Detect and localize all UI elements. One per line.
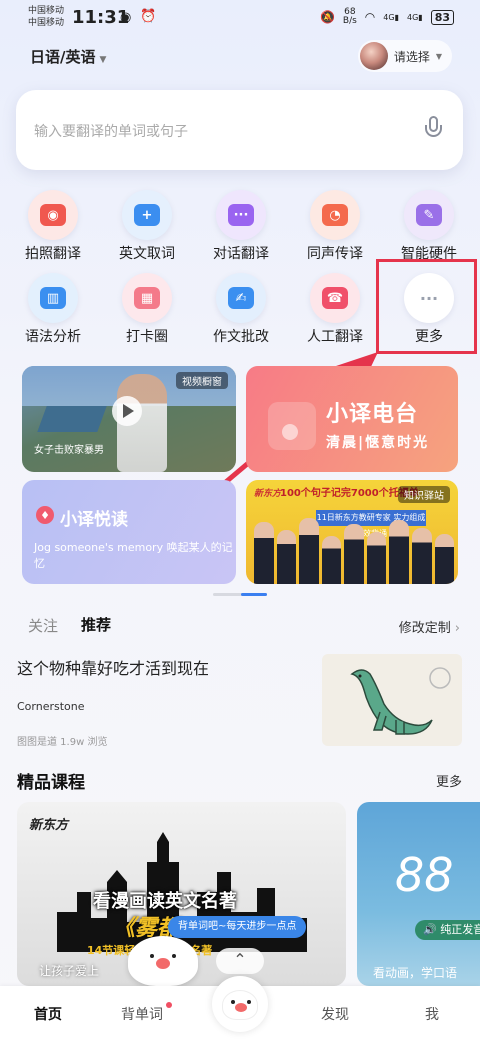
feature-chat[interactable]: ··· 对话翻译 (194, 190, 286, 270)
solar-panel-shape (37, 406, 107, 432)
net-speed: 68 B/s (343, 8, 357, 26)
essay-icon: ✍ (216, 273, 266, 323)
feature-chart[interactable]: ▥ 语法分析 (6, 273, 98, 353)
nav-me[interactable]: 我 (425, 1004, 439, 1024)
carousel-indicator (213, 593, 267, 596)
wifi-icon: ◠ (364, 10, 376, 24)
reading-card[interactable]: ♦ 小译悦读 Jog someone's memory 唤起某人的记忆 (22, 480, 236, 584)
feature-head-speech[interactable]: ◔ 同声传译 (288, 190, 380, 270)
signal-label-2: 4G (406, 12, 419, 22)
calendar-icon: ▦ (122, 273, 172, 323)
carrier-label-2: 中国移动 (28, 18, 65, 28)
nav-words[interactable]: 背单词 (121, 1004, 163, 1024)
ad-badge: 知识驿站 (398, 486, 450, 503)
feature-essay[interactable]: ✍ 作文批改 (194, 273, 286, 353)
avatar (359, 42, 388, 70)
signal-label-1: 4G (383, 12, 395, 22)
microphone-icon[interactable] (425, 116, 442, 142)
course2-pill-label: 纯正发音 (440, 923, 480, 936)
feature-camera[interactable]: ◉ 拍照翻译 (6, 190, 98, 270)
video-showcase-card[interactable]: 视频橱窗 女子击败家暴男 (22, 366, 236, 472)
feature-label: 打卡圈 (126, 329, 168, 345)
caret-down-icon: ▼ (435, 51, 442, 61)
status-bar: 中国移动 中国移动 11:31 ◉ ⏰ 🔕 68 B/s ◠ 4G▮ 4G▮ 8… (0, 0, 480, 36)
pen-device-icon: ✎ (404, 190, 454, 240)
course2-pill: 🔊 纯正发音 (415, 920, 480, 940)
course-caption-2: 看动画，学口语 (373, 966, 458, 980)
feature-human-translate[interactable]: ☎ 人工翻译 (288, 273, 380, 353)
language-label: 日语/英语 (30, 48, 96, 66)
feature-pen-device[interactable]: ✎ 智能硬件 (382, 190, 474, 270)
carrier-label-1: 中国移动 (28, 6, 65, 16)
highlight-box (376, 259, 477, 354)
add-word-icon: + (122, 190, 172, 240)
alarm-icon: ⏰ (140, 9, 157, 24)
mascot-speech-bubble: 背单词吧~每天进步一点点 (168, 916, 307, 938)
knowledge-ad-card[interactable]: 新东方 100个句子记完7000个托福单词 知识驿站 11日新东方教研专家 实力… (246, 480, 458, 584)
user-selector-label: 请选择 (393, 49, 430, 64)
video-caption: 女子击败家暴男 (34, 445, 104, 456)
center-mascot-button[interactable] (212, 976, 268, 1032)
course-card-2[interactable]: 88 🔊 纯正发音 看动画，学口语 (357, 802, 480, 986)
chat-icon: ··· (216, 190, 266, 240)
nav-discover[interactable]: 发现 (321, 1004, 349, 1024)
net-speed-unit: B/s (342, 16, 357, 26)
user-selector[interactable]: 请选择 ▼ (357, 40, 452, 72)
mascot-bird[interactable] (128, 936, 198, 986)
customize-link[interactable]: 修改定制 › (399, 617, 460, 636)
ad-people-photo (254, 514, 455, 584)
tab-follow[interactable]: 关注 (28, 615, 58, 636)
article-thumbnail[interactable] (322, 654, 462, 746)
search-placeholder: 输入要翻译的单词或句子 (34, 124, 188, 140)
fire-icon: ♦ (36, 506, 54, 524)
feature-calendar[interactable]: ▦ 打卡圈 (100, 273, 192, 353)
feature-label: 拍照翻译 (25, 246, 81, 262)
reading-desc: Jog someone's memory 唤起某人的记忆 (34, 541, 233, 570)
notification-dot (166, 1002, 172, 1008)
feature-label: 同声传译 (307, 246, 363, 262)
camera-icon: ◉ (28, 190, 78, 240)
courses-title: 精品课程 (17, 773, 85, 793)
chevron-up-icon[interactable]: ⌃ (216, 948, 264, 974)
radio-title: 小译电台 (326, 402, 419, 427)
tab-recommend[interactable]: 推荐 (81, 614, 111, 635)
customize-label: 修改定制 (398, 621, 451, 636)
nav-home[interactable]: 首页 (34, 1004, 62, 1024)
status-icons: 🔕 68 B/s ◠ 4G▮ 4G▮ 83 (320, 8, 454, 26)
course-caption-1: 让孩子爱上 (39, 964, 100, 978)
battery-icon: 83 (430, 9, 454, 25)
eye-icon: ◉ (120, 10, 132, 25)
radio-subtitle: 清晨|惬意时光 (326, 435, 430, 451)
feature-add-word[interactable]: + 英文取词 (100, 190, 192, 270)
article-source: Cornerstone (17, 700, 85, 713)
dinosaur-illustration (350, 667, 451, 735)
article-title[interactable]: 这个物种靠好吃才活到现在 (17, 655, 209, 679)
chart-icon: ▥ (28, 273, 78, 323)
feature-label: 作文批改 (213, 329, 269, 345)
human-translate-icon: ☎ (310, 273, 360, 323)
radio-card[interactable]: 小译电台 清晨|惬意时光 (246, 366, 458, 472)
feature-label: 人工翻译 (307, 329, 363, 345)
head-speech-icon: ◔ (310, 190, 360, 240)
speaker-icon: 🔊 (423, 923, 437, 936)
search-box[interactable]: 输入要翻译的单词或句子 (16, 90, 463, 170)
ad-brand: 新东方 (254, 489, 282, 499)
article-meta: 图图是道 1.9w 浏览 (17, 737, 108, 748)
caret-down-icon: ▼ (99, 55, 107, 65)
feature-label: 英文取词 (119, 246, 175, 262)
chevron-right-icon: › (454, 621, 460, 636)
course2-number: 88 (395, 848, 454, 902)
signal-icon-1: 4G▮ (383, 12, 399, 22)
courses-more-link[interactable]: 更多 (436, 771, 462, 790)
play-icon[interactable] (112, 396, 142, 426)
reading-title: 小译悦读 (60, 510, 128, 530)
video-badge: 视频橱窗 (176, 372, 228, 389)
feature-label: 语法分析 (25, 329, 81, 345)
headphone-icon (268, 402, 316, 450)
feature-label: 对话翻译 (213, 246, 269, 262)
language-selector[interactable]: 日语/英语 ▼ (30, 46, 106, 67)
signal-icon-2: 4G▮ (406, 12, 423, 22)
mute-icon: 🔕 (319, 10, 335, 24)
